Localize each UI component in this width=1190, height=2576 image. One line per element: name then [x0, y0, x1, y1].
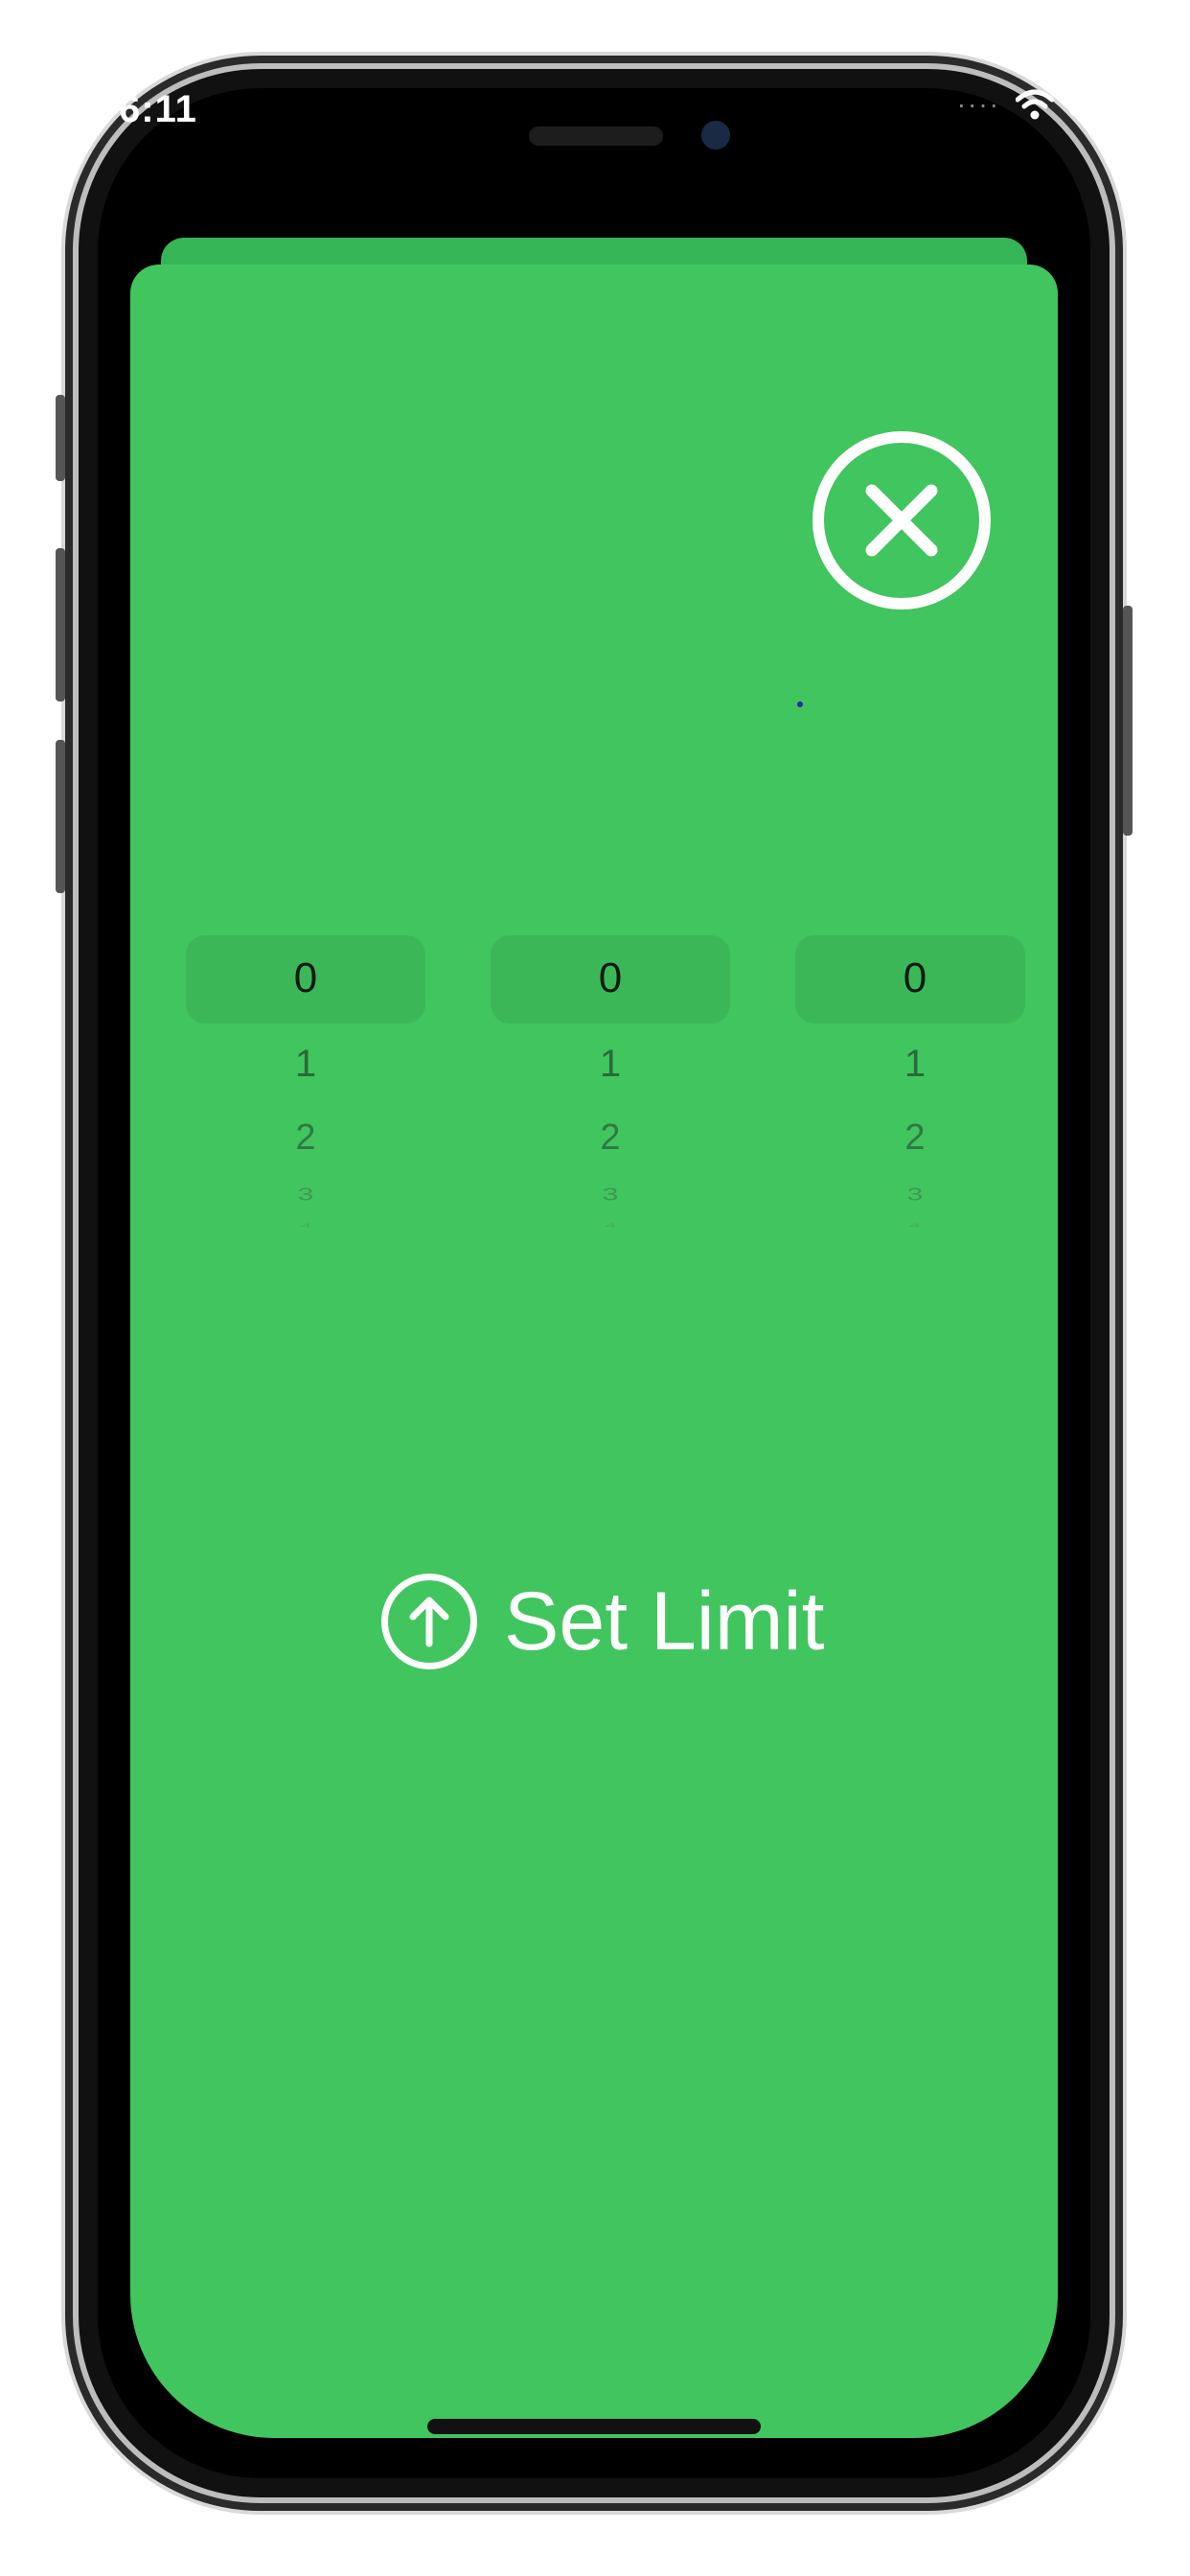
picker-option[interactable]: 1	[186, 1043, 425, 1086]
status-icons: ····	[956, 88, 1126, 121]
picker-ones[interactable]: 0 1 2 3 4	[795, 935, 1035, 1230]
volume-down-button	[56, 740, 65, 893]
set-limit-button[interactable]: Set Limit	[381, 1574, 825, 1669]
wifi-icon	[1016, 89, 1054, 120]
picker-option[interactable]: 1	[491, 1043, 730, 1086]
battery-icon	[1069, 92, 1126, 117]
picker-option[interactable]: 3	[795, 1185, 1035, 1205]
signal-bars-icon: ····	[956, 89, 1000, 119]
picker-option[interactable]: 4	[186, 1222, 425, 1230]
close-button[interactable]	[812, 431, 991, 610]
arrow-up-circle-icon	[381, 1574, 477, 1669]
picker-option[interactable]: 4	[491, 1222, 730, 1230]
picker-option[interactable]: 2	[186, 1117, 425, 1159]
page: 6:11 ···· 0 1 2 3 4 0 1 2 3 4 0 1 2 3 4 …	[0, 0, 1190, 2576]
picker-option[interactable]: 4	[795, 1222, 1035, 1230]
picker-option[interactable]: 3	[491, 1185, 730, 1205]
status-time: 6:11	[119, 88, 197, 130]
set-limit-label: Set Limit	[504, 1575, 825, 1668]
mute-switch	[56, 395, 65, 481]
picker-option[interactable]: 3	[186, 1185, 425, 1205]
home-indicator[interactable]	[427, 2419, 761, 2434]
artifact-dot	[797, 702, 803, 707]
picker-option[interactable]: 1	[795, 1043, 1035, 1086]
picker-selected-value: 0	[293, 954, 318, 1001]
close-icon	[865, 484, 938, 557]
picker-option[interactable]: 2	[795, 1117, 1035, 1159]
picker-hundreds[interactable]: 0 1 2 3 4	[186, 935, 425, 1230]
side-button	[1123, 606, 1133, 836]
volume-up-button	[56, 548, 65, 702]
picker-option[interactable]: 2	[491, 1117, 730, 1159]
picker-selected-value: 0	[598, 954, 623, 1001]
notch	[347, 88, 845, 194]
picker-tens[interactable]: 0 1 2 3 4	[491, 935, 730, 1230]
speaker	[529, 126, 663, 146]
front-camera	[701, 121, 730, 150]
limit-sheet: 0 1 2 3 4 0 1 2 3 4 0 1 2 3 4 Set Limit	[130, 264, 1058, 2438]
picker-selected-value: 0	[903, 954, 927, 1001]
